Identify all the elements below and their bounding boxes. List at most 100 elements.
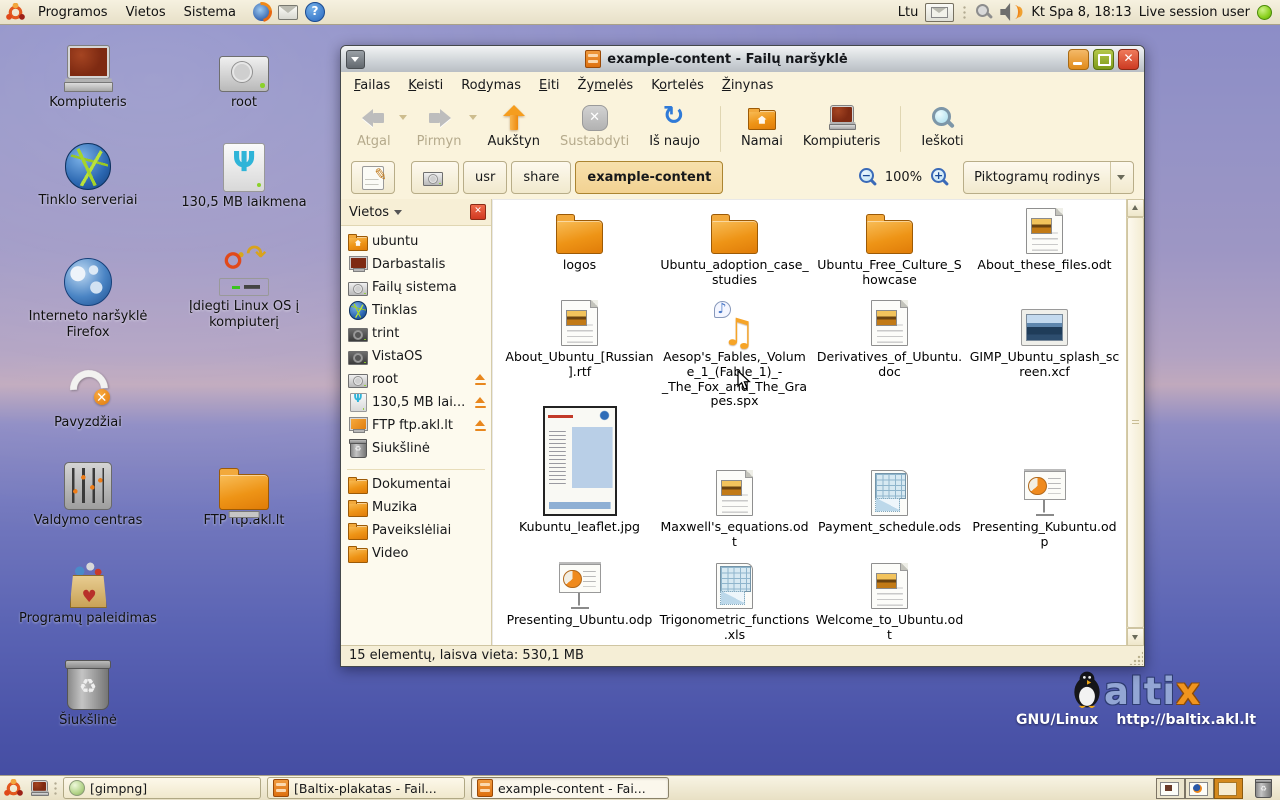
edit-location-button[interactable] xyxy=(351,161,395,194)
toolbar-button[interactable]: Atgal xyxy=(347,100,407,158)
toolbar-button[interactable]: Pirmyn xyxy=(407,100,478,158)
sidebar-place[interactable]: Muzika xyxy=(341,496,491,519)
desktop-icon-trash[interactable]: Šiukšlinė xyxy=(18,660,158,729)
scroll-down-icon[interactable] xyxy=(1127,628,1144,646)
chevron-down-icon[interactable] xyxy=(469,115,477,120)
file-item[interactable]: Trigonometric_functions.xls xyxy=(657,561,812,643)
toolbar-button[interactable] xyxy=(720,106,721,152)
breadcrumb-button[interactable]: example-content xyxy=(575,161,723,194)
scroll-up-icon[interactable] xyxy=(1127,199,1144,217)
breadcrumb-button[interactable]: usr xyxy=(463,161,507,194)
sidebar-place[interactable]: Darbastalis xyxy=(341,253,491,276)
sidebar-place[interactable]: Failų sistema xyxy=(341,276,491,299)
sidebar-place[interactable]: Video xyxy=(341,542,491,565)
toolbar-button[interactable]: Aukštyn xyxy=(477,100,549,158)
session-status-icon[interactable] xyxy=(1257,5,1272,20)
workspace-2[interactable] xyxy=(1185,778,1214,799)
desktop-icon-network-servers[interactable]: Tinklo serveriai xyxy=(18,140,158,209)
file-item[interactable]: Ubuntu_Free_Culture_Showcase xyxy=(812,206,967,288)
keyboard-flag-icon[interactable] xyxy=(925,3,954,22)
eject-icon[interactable] xyxy=(474,374,487,385)
eject-icon[interactable] xyxy=(474,397,487,408)
file-item[interactable]: Derivatives_of_Ubuntu.doc xyxy=(812,298,967,409)
scrollbar-thumb[interactable] xyxy=(1127,217,1144,628)
toolbar-button[interactable]: Ieškoti xyxy=(911,100,973,158)
task-button[interactable]: [gimpng] xyxy=(63,777,261,799)
file-item[interactable]: Payment_schedule.ods xyxy=(812,404,967,550)
trash-applet-icon[interactable] xyxy=(1255,779,1272,798)
sidebar-place[interactable]: trint xyxy=(341,322,491,345)
desktop-icon-app-install[interactable]: Programų paleidimas xyxy=(18,558,158,627)
menubar-item[interactable]: Žymelės xyxy=(569,74,643,97)
sidebar-place[interactable]: root xyxy=(341,368,491,391)
desktop-icon-control-center[interactable]: Valdymo centras xyxy=(18,460,158,529)
distro-menu-icon[interactable] xyxy=(6,3,25,22)
view-mode-select[interactable]: Piktogramų rodinys xyxy=(963,161,1134,194)
sidebar-place[interactable]: Paveikslėliai xyxy=(341,519,491,542)
task-button[interactable]: example-content - Fai... xyxy=(471,777,669,799)
menubar-item[interactable]: Kortelės xyxy=(642,74,713,97)
sidebar-place[interactable] xyxy=(347,462,485,470)
file-grid[interactable]: logos Ubuntu_adoption_case_studies Ubunt… xyxy=(492,199,1126,646)
sidebar-place[interactable]: Šiukšlinė xyxy=(341,437,491,460)
sidebar-place[interactable]: Dokumentai xyxy=(341,473,491,496)
breadcrumb-button[interactable] xyxy=(411,161,459,194)
sidebar-place[interactable]: Tinklas xyxy=(341,299,491,322)
toolbar-button[interactable]: Namai xyxy=(731,100,793,158)
toolbar-button[interactable]: Iš naujo xyxy=(639,100,710,158)
vertical-scrollbar[interactable] xyxy=(1126,199,1144,646)
zoom-in-icon[interactable] xyxy=(930,168,949,187)
file-item[interactable]: About_these_files.odt xyxy=(967,206,1122,288)
firefox-launcher-icon[interactable] xyxy=(253,3,271,21)
file-item[interactable]: Maxwell's_equations.odt xyxy=(657,404,812,550)
sidebar-place[interactable]: ubuntu xyxy=(341,230,491,253)
desktop-icon-root[interactable]: root xyxy=(174,42,314,111)
user-switcher[interactable]: Live session user xyxy=(1139,5,1250,20)
menubar-item[interactable]: Eiti xyxy=(530,74,569,97)
workspace-3[interactable] xyxy=(1214,778,1243,799)
toolbar-button[interactable]: Sustabdyti xyxy=(550,100,639,158)
file-item[interactable]: Aesop's_Fables,_Volume_1_(Fable_1)_-_The… xyxy=(657,298,812,409)
menubar-item[interactable]: Rodymas xyxy=(452,74,530,97)
menu-vietos[interactable]: Vietos xyxy=(117,3,175,22)
sidebar-place[interactable]: 130,5 MB lai... xyxy=(341,391,491,414)
window-titlebar[interactable]: example-content - Failų naršyklė xyxy=(341,46,1144,73)
desktop-icon-examples[interactable]: Pavyzdžiai xyxy=(18,362,158,431)
sidebar-header[interactable]: Vietos xyxy=(341,199,491,226)
chevron-down-icon[interactable] xyxy=(399,115,407,120)
desktop-icon-ftp[interactable]: FTP ftp.akl.lt xyxy=(174,460,314,529)
file-item[interactable]: logos xyxy=(502,206,657,288)
keyboard-layout-indicator[interactable]: Ltu xyxy=(898,5,919,20)
file-item[interactable]: Presenting_Ubuntu.odp xyxy=(502,561,657,643)
file-item[interactable]: GIMP_Ubuntu_splash_screen.xcf xyxy=(967,298,1122,409)
desktop-icon-usb-media[interactable]: 130,5 MB laikmena xyxy=(174,142,314,211)
toolbar-button[interactable] xyxy=(900,106,901,152)
sidebar-place[interactable]: VistaOS xyxy=(341,345,491,368)
menubar-item[interactable]: Failas xyxy=(345,74,399,97)
search-applet-icon[interactable] xyxy=(975,3,993,21)
clock[interactable]: Kt Spa 8, 18:13 xyxy=(1031,5,1131,20)
maximize-button[interactable] xyxy=(1093,49,1114,70)
help-launcher-icon[interactable] xyxy=(305,2,325,22)
toolbar-button[interactable]: Kompiuteris xyxy=(793,100,890,158)
window-menu-button[interactable] xyxy=(346,50,365,69)
file-item[interactable]: About_Ubuntu_[Russian].rtf xyxy=(502,298,657,409)
desktop-icon-kompiuteris[interactable]: Kompiuteris xyxy=(18,42,158,111)
file-item[interactable]: Welcome_to_Ubuntu.odt xyxy=(812,561,967,643)
zoom-out-icon[interactable] xyxy=(858,168,877,187)
close-button[interactable] xyxy=(1118,49,1139,70)
file-item[interactable]: Ubuntu_adoption_case_studies xyxy=(657,206,812,288)
show-desktop-icon[interactable] xyxy=(31,781,48,796)
sidebar-place[interactable]: FTP ftp.akl.lt xyxy=(341,414,491,437)
menu-sistema[interactable]: Sistema xyxy=(175,3,245,22)
volume-icon[interactable] xyxy=(1000,3,1024,21)
menubar-item[interactable]: Žinynas xyxy=(713,74,782,97)
menu-applet-icon[interactable] xyxy=(4,779,23,798)
file-item[interactable]: Presenting_Kubuntu.odp xyxy=(967,404,1122,550)
file-item[interactable]: Kubuntu_leaflet.jpg xyxy=(502,404,657,550)
task-button[interactable]: [Baltix-plakatas - Fail... xyxy=(267,777,465,799)
menubar-item[interactable]: Keisti xyxy=(399,74,452,97)
workspace-1[interactable] xyxy=(1156,778,1185,799)
minimize-button[interactable] xyxy=(1068,49,1089,70)
breadcrumb-button[interactable]: share xyxy=(511,161,571,194)
